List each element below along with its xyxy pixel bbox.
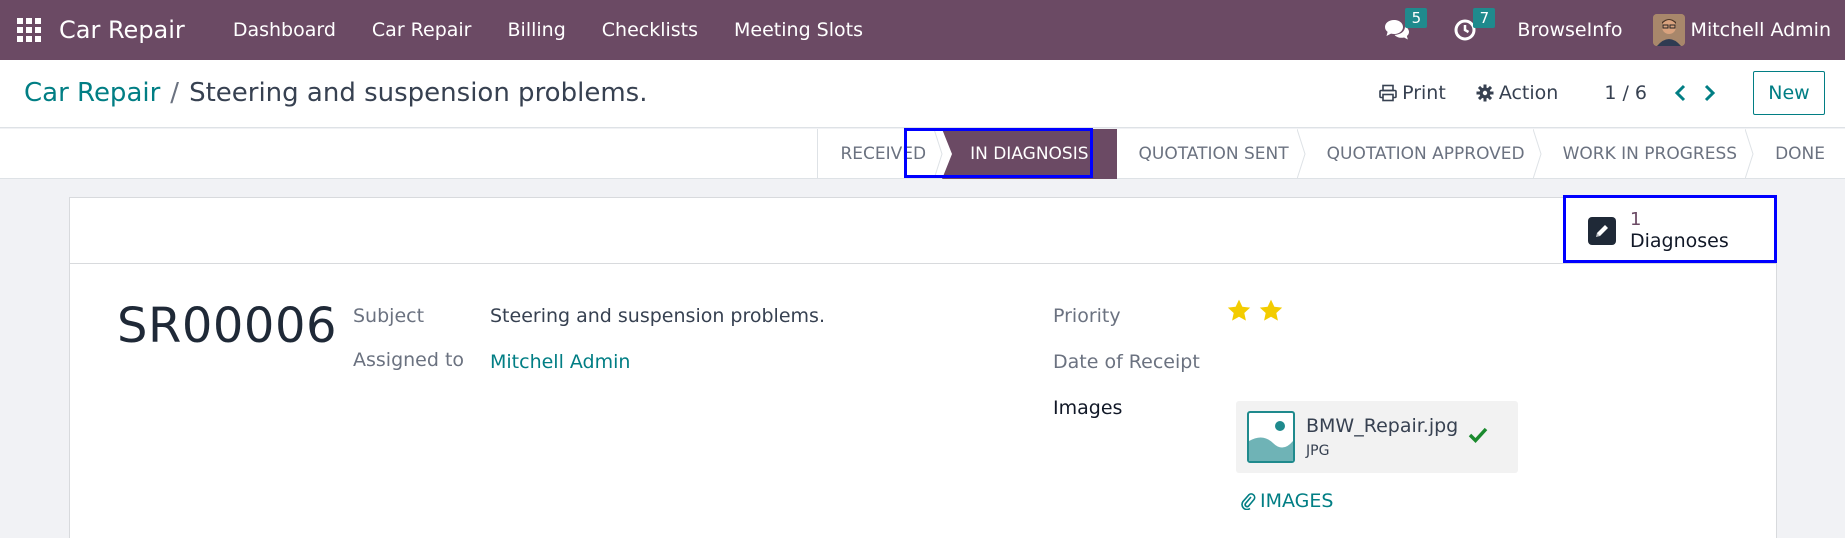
attachment-name: BMW_Repair.jpg [1306, 415, 1459, 437]
stage-received-label: RECEIVED [840, 144, 927, 164]
stage-quotation-sent-label: QUOTATION SENT [1138, 144, 1289, 164]
priority-stars[interactable] [1226, 298, 1290, 324]
breadcrumb-parent-link[interactable]: Car Repair [24, 78, 160, 108]
smart-button-box: 1 Diagnoses [70, 198, 1776, 264]
pager-value[interactable]: 1 / 6 [1604, 82, 1647, 104]
upload-images-button[interactable]: IMAGES [1240, 490, 1333, 512]
stage-quotation-approved-label: QUOTATION APPROVED [1326, 144, 1525, 164]
stage-in-diagnosis-label: IN DIAGNOSIS [970, 144, 1089, 164]
activities-count-badge: 7 [1473, 8, 1496, 28]
diagnoses-count: 1 [1630, 208, 1642, 230]
gear-icon [1476, 84, 1494, 102]
image-file-icon [1247, 411, 1295, 463]
company-switcher[interactable]: BrowseInfo [1517, 19, 1622, 41]
menu-checklists[interactable]: Checklists [584, 0, 716, 60]
apps-grid-icon[interactable] [17, 18, 41, 42]
attachment-type: JPG [1306, 443, 1330, 459]
pager-next-button[interactable] [1695, 79, 1723, 107]
date-of-receipt-label: Date of Receipt [1053, 351, 1200, 373]
pager-previous-button[interactable] [1667, 79, 1695, 107]
stage-work-in-progress-label: WORK IN PROGRESS [1562, 144, 1738, 164]
attachment-card[interactable]: BMW_Repair.jpg JPG [1236, 401, 1518, 473]
stage-work-in-progress[interactable]: WORK IN PROGRESS [1541, 129, 1754, 179]
date-of-receipt-field[interactable] [1226, 351, 1526, 375]
breadcrumb-current: Steering and suspension problems. [189, 78, 648, 108]
chevron-right-icon [1704, 84, 1716, 102]
priority-label: Priority [1053, 305, 1121, 327]
stage-quotation-approved[interactable]: QUOTATION APPROVED [1305, 129, 1542, 179]
form-sheet: 1 Diagnoses SR00006 Subject Steering and… [69, 197, 1777, 538]
new-record-button[interactable]: New [1753, 71, 1825, 115]
app-title[interactable]: Car Repair [59, 16, 185, 44]
print-button[interactable]: Print [1379, 82, 1446, 104]
activities-button[interactable]: 7 [1449, 8, 1496, 46]
stage-done-label: DONE [1775, 144, 1825, 164]
breadcrumb-separator: / [170, 78, 180, 108]
paperclip-icon [1241, 493, 1256, 510]
stage-received[interactable]: RECEIVED [818, 129, 943, 179]
record-reference: SR00006 [117, 298, 338, 354]
stage-done[interactable]: DONE [1753, 129, 1845, 179]
stage-in-diagnosis[interactable]: IN DIAGNOSIS [942, 129, 1117, 179]
breadcrumb: Car Repair / Steering and suspension pro… [24, 78, 647, 108]
print-label: Print [1402, 82, 1446, 104]
menu-billing[interactable]: Billing [490, 0, 584, 60]
statusbar: RECEIVED IN DIAGNOSIS QUOTATION SENT QUO… [0, 129, 1845, 179]
check-icon [1468, 427, 1488, 444]
user-menu[interactable]: Mitchell Admin [1691, 19, 1831, 41]
control-panel: Car Repair / Steering and suspension pro… [0, 60, 1845, 128]
top-navbar: Car Repair Dashboard Car Repair Billing … [0, 0, 1845, 60]
chevron-left-icon [1674, 84, 1686, 102]
assigned-to-field[interactable]: Mitchell Admin [490, 351, 630, 373]
printer-icon [1379, 84, 1397, 102]
diagnoses-label: Diagnoses [1630, 230, 1729, 253]
diagnoses-smart-button[interactable]: 1 Diagnoses [1562, 198, 1776, 264]
pencil-square-icon [1588, 217, 1616, 245]
menu-dashboard[interactable]: Dashboard [215, 0, 354, 60]
menu-car-repair[interactable]: Car Repair [354, 0, 490, 60]
assigned-to-label: Assigned to [353, 349, 465, 371]
messages-button[interactable]: 5 [1381, 8, 1428, 46]
star-icon[interactable] [1226, 298, 1252, 324]
action-label: Action [1498, 82, 1559, 104]
star-icon[interactable] [1258, 298, 1284, 324]
subject-field[interactable]: Steering and suspension problems. [490, 305, 825, 327]
menu-meeting-slots[interactable]: Meeting Slots [716, 0, 881, 60]
user-avatar[interactable] [1652, 14, 1685, 46]
subject-label: Subject [353, 305, 425, 327]
stage-pipeline: RECEIVED IN DIAGNOSIS QUOTATION SENT QUO… [817, 129, 1845, 179]
images-label: Images [1053, 397, 1123, 419]
stage-quotation-sent[interactable]: QUOTATION SENT [1117, 129, 1306, 179]
action-button[interactable]: Action [1476, 82, 1559, 104]
upload-images-label: IMAGES [1260, 490, 1334, 512]
messages-count-badge: 5 [1405, 8, 1428, 28]
